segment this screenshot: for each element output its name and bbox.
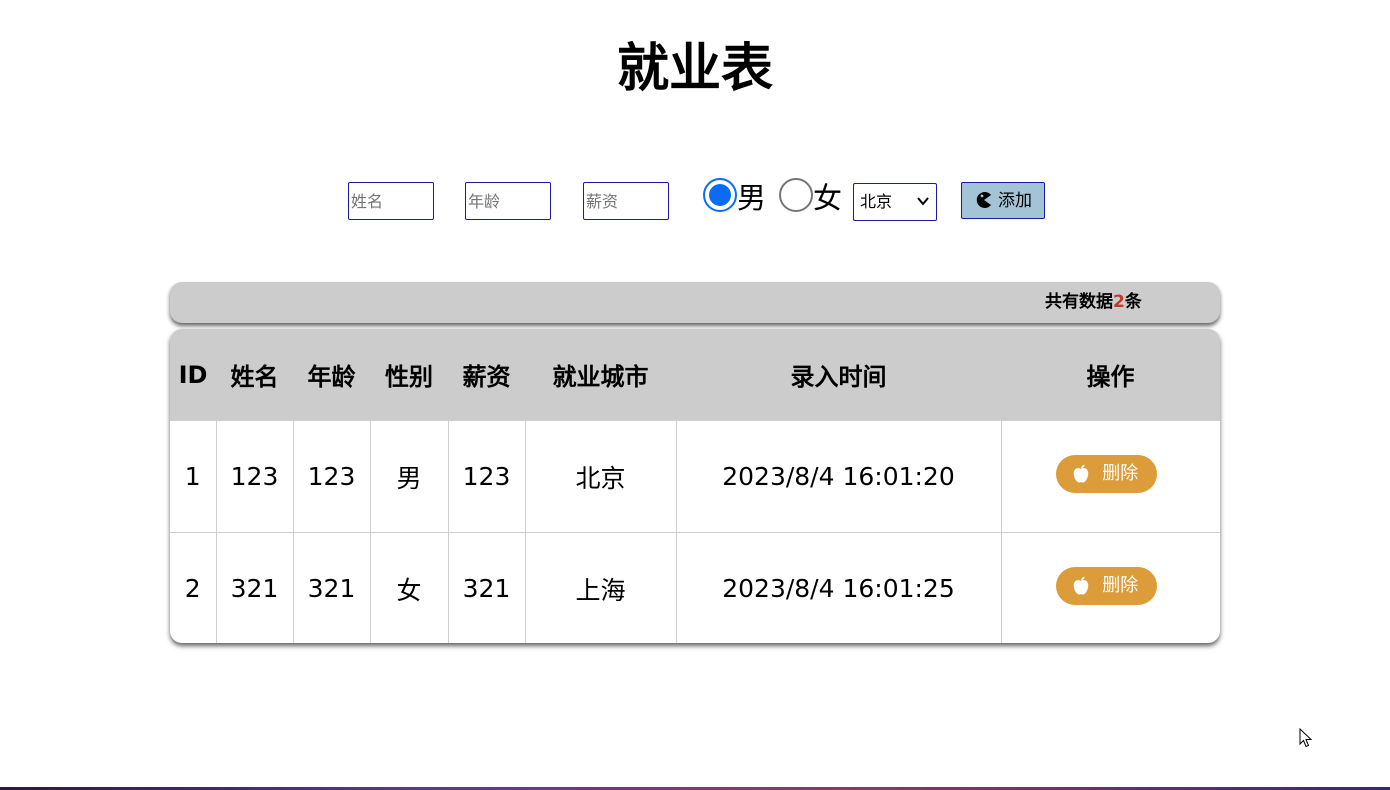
header-gender: 性别 <box>370 329 448 421</box>
salary-input[interactable] <box>583 182 669 220</box>
age-input[interactable] <box>465 182 551 220</box>
table-row: 1 123 123 男 123 北京 2023/8/4 16:01:20 删除 <box>170 420 1220 533</box>
city-select-value: 北京 <box>860 192 893 211</box>
pacman-icon <box>976 192 991 208</box>
record-count-suffix: 条 <box>1124 292 1142 312</box>
delete-button-label: 删除 <box>1102 574 1139 596</box>
cell-city: 上海 <box>525 532 677 643</box>
gender-radio-male[interactable] <box>703 178 737 212</box>
delete-button[interactable]: 删除 <box>1056 454 1158 493</box>
cell-time: 2023/8/4 16:01:25 <box>676 532 1002 643</box>
apple-icon <box>1073 464 1089 483</box>
cell-gender: 男 <box>370 420 449 533</box>
summary-bar: 共有数据2条 <box>170 282 1220 323</box>
cell-time: 2023/8/4 16:01:20 <box>676 420 1002 533</box>
table-row: 2 321 321 女 321 上海 2023/8/4 16:01:25 删除 <box>170 532 1220 643</box>
gender-label-female: 女 <box>813 181 843 215</box>
record-count-value: 2 <box>1113 292 1125 312</box>
header-time: 录入时间 <box>676 329 1001 421</box>
add-button-label: 添加 <box>998 191 1032 211</box>
record-count-text: 共有数据2条 <box>1045 290 1142 314</box>
gender-radio-female[interactable] <box>779 178 813 212</box>
city-select[interactable]: 北京 <box>853 183 937 221</box>
name-input[interactable] <box>348 182 434 220</box>
employment-table: ID 姓名 年龄 性别 薪资 就业城市 录入时间 操作 1 123 123 男 … <box>170 329 1220 643</box>
cell-action: 删除 <box>1001 532 1220 643</box>
apple-icon <box>1073 576 1089 595</box>
cell-city: 北京 <box>525 420 677 533</box>
page: 就业表 男 女 北京 添加 共有数据2条 <box>0 0 1390 790</box>
delete-button-label: 删除 <box>1102 462 1139 484</box>
cell-age: 123 <box>293 420 371 533</box>
cell-salary: 123 <box>448 420 526 533</box>
record-count-prefix: 共有数据 <box>1045 292 1113 312</box>
mouse-cursor-icon <box>1299 728 1313 748</box>
add-button[interactable]: 添加 <box>961 182 1045 219</box>
header-salary: 薪资 <box>448 329 525 421</box>
cell-action: 删除 <box>1001 420 1220 533</box>
cell-id: 2 <box>170 532 217 643</box>
header-age: 年龄 <box>293 329 370 421</box>
gender-label-male: 男 <box>737 181 767 215</box>
header-action: 操作 <box>1001 329 1220 421</box>
cell-id: 1 <box>170 420 217 533</box>
cell-name: 123 <box>216 420 294 533</box>
header-name: 姓名 <box>216 329 293 421</box>
cell-salary: 321 <box>448 532 526 643</box>
delete-button[interactable]: 删除 <box>1056 566 1158 605</box>
header-city: 就业城市 <box>525 329 676 421</box>
chevron-down-icon <box>917 197 929 206</box>
cell-age: 321 <box>293 532 371 643</box>
cell-gender: 女 <box>370 532 449 643</box>
table-header-row: ID 姓名 年龄 性别 薪资 就业城市 录入时间 操作 <box>170 329 1220 421</box>
add-record-form: 男 女 北京 添加 <box>0 178 1390 228</box>
cell-name: 321 <box>216 532 294 643</box>
page-title: 就业表 <box>616 39 773 99</box>
header-id: ID <box>170 329 216 421</box>
